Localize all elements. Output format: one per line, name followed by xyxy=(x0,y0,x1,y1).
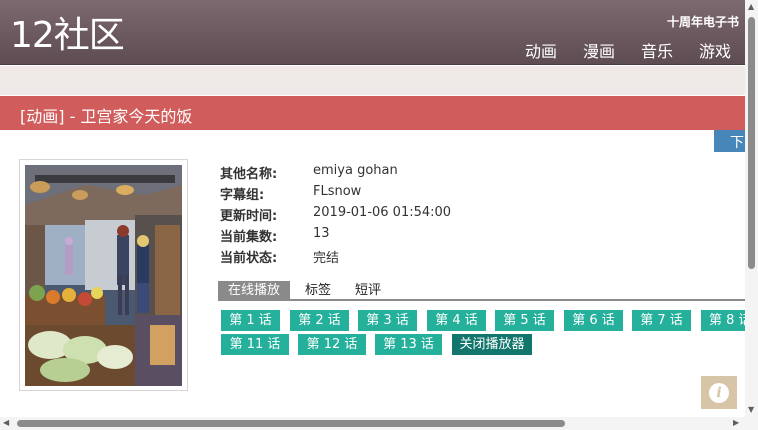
info-row-updated: 更新时间: 2019-01-06 01:54:00 xyxy=(220,205,451,226)
info-row-status: 当前状态: 完结 xyxy=(220,247,451,268)
nav-item-manga[interactable]: 漫画 xyxy=(583,38,615,62)
episode-button[interactable]: 第 1 话 xyxy=(221,310,280,331)
horizontal-scrollbar[interactable]: ◀ ▶ xyxy=(0,417,745,430)
info-value: emiya gohan xyxy=(313,163,398,178)
episode-button[interactable]: 第 5 话 xyxy=(495,310,554,331)
close-player-button[interactable]: 关闭播放器 xyxy=(452,334,532,355)
scroll-up-icon[interactable]: ▲ xyxy=(748,3,754,11)
vertical-scrollbar[interactable]: ▲ ▼ xyxy=(745,0,758,417)
site-logo[interactable]: 12社区 xyxy=(10,14,125,58)
main-nav: 动画 漫画 音乐 游戏 xyxy=(525,38,731,62)
info-key: 当前状态: xyxy=(220,251,278,266)
nav-item-music[interactable]: 音乐 xyxy=(641,38,673,62)
episode-button[interactable]: 第 6 话 xyxy=(564,310,623,331)
nav-item-anime[interactable]: 动画 xyxy=(525,38,557,62)
info-row-alias: 其他名称: emiya gohan xyxy=(220,163,451,184)
page: 12社区 十周年电子书 动画 漫画 音乐 游戏 [动画] - 卫宫家今天的饭 下 xyxy=(0,0,758,430)
anime-poster-image[interactable] xyxy=(25,165,182,386)
nav-item-games[interactable]: 游戏 xyxy=(699,38,731,62)
tab-tags[interactable]: 标签 xyxy=(305,281,331,300)
info-row-subgroup: 字幕组: FLsnow xyxy=(220,184,451,205)
info-row-episodes: 当前集数: 13 xyxy=(220,226,451,247)
info-value: FLsnow xyxy=(313,184,362,199)
download-button[interactable]: 下 xyxy=(714,130,745,152)
episode-button[interactable]: 第 4 话 xyxy=(427,310,486,331)
anniversary-ebook-link[interactable]: 十周年电子书 xyxy=(667,13,739,30)
episode-button[interactable]: 第 11 话 xyxy=(221,334,289,355)
info-value: 13 xyxy=(313,226,330,241)
info-key: 其他名称: xyxy=(220,167,278,182)
info-key: 当前集数: xyxy=(220,230,278,245)
page-title: [动画] - 卫宫家今天的饭 xyxy=(20,107,193,126)
scroll-left-icon[interactable]: ◀ xyxy=(3,419,9,427)
episode-button[interactable]: 第 7 话 xyxy=(632,310,691,331)
scroll-down-icon[interactable]: ▼ xyxy=(748,406,754,414)
info-badge[interactable]: i xyxy=(701,376,737,409)
info-value: 完结 xyxy=(313,251,340,266)
horizontal-scroll-thumb[interactable] xyxy=(17,420,565,427)
tab-short-reviews[interactable]: 短评 xyxy=(355,281,381,300)
sub-header-band xyxy=(0,66,745,95)
info-key: 更新时间: xyxy=(220,209,278,224)
tab-online-play[interactable]: 在线播放 xyxy=(218,281,291,300)
anime-info: 其他名称: emiya gohan 字幕组: FLsnow 更新时间: 2019… xyxy=(220,163,451,268)
info-icon: i xyxy=(709,383,729,403)
poster-frame xyxy=(19,159,188,391)
episode-button[interactable]: 第 2 话 xyxy=(290,310,349,331)
episode-button[interactable]: 第 13 话 xyxy=(375,334,442,355)
scrollbar-corner xyxy=(745,417,758,430)
episode-button[interactable]: 第 8 话 xyxy=(701,310,745,331)
vertical-scroll-thumb[interactable] xyxy=(748,17,755,269)
episode-button[interactable]: 第 3 话 xyxy=(358,310,417,331)
page-title-bar: [动画] - 卫宫家今天的饭 xyxy=(0,96,745,130)
content-tabs: 在线播放 标签 短评 xyxy=(218,281,745,301)
site-header: 12社区 十周年电子书 动画 漫画 音乐 游戏 xyxy=(0,0,745,65)
episode-button[interactable]: 第 12 话 xyxy=(298,334,366,355)
info-value: 2019-01-06 01:54:00 xyxy=(313,205,452,220)
info-key: 字幕组: xyxy=(220,188,265,203)
scroll-right-icon[interactable]: ▶ xyxy=(733,419,739,427)
